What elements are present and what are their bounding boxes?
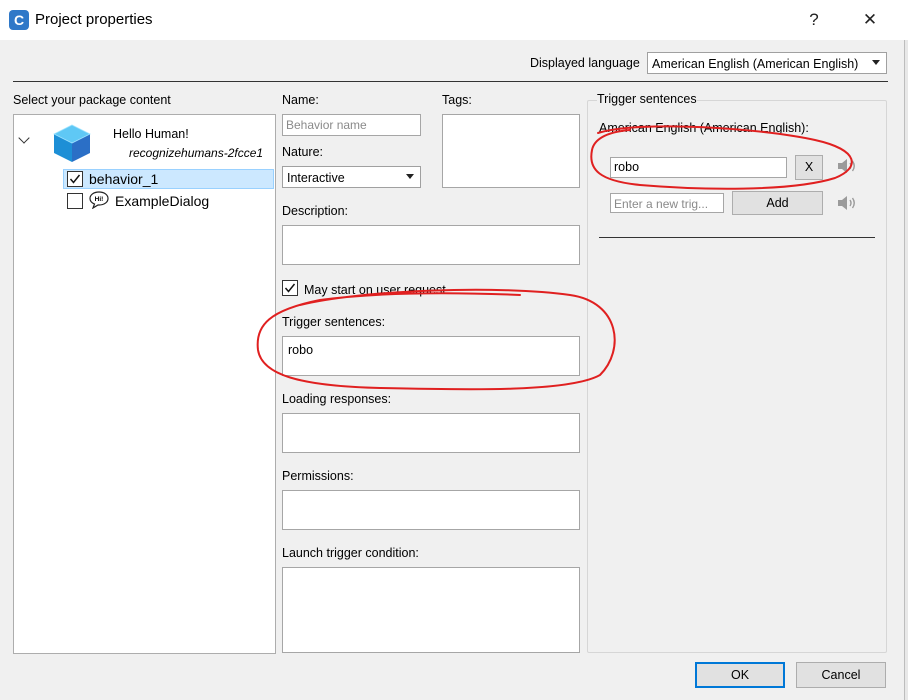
checkmark-icon <box>69 174 81 184</box>
cancel-button-label: Cancel <box>821 668 861 682</box>
description-label: Description: <box>282 204 348 218</box>
user-request-checkbox[interactable] <box>282 280 298 296</box>
close-button[interactable]: ✕ <box>856 8 884 32</box>
permissions-input[interactable] <box>282 490 580 530</box>
package-root-name: Hello Human! <box>113 127 189 141</box>
window-title: Project properties <box>35 11 153 28</box>
trigger-sentence-input[interactable]: robo <box>610 157 787 178</box>
nature-value: Interactive <box>287 171 345 185</box>
launch-trigger-label: Launch trigger condition: <box>282 546 419 560</box>
trigger-sentences-field[interactable]: robo <box>282 336 580 376</box>
nature-select[interactable]: Interactive <box>282 166 421 188</box>
new-trigger-input[interactable]: Enter a new trig... <box>610 193 724 213</box>
nature-label: Nature: <box>282 145 323 159</box>
displayed-language-value: American English (American English) <box>652 57 859 71</box>
divider <box>13 81 888 82</box>
name-label: Name: <box>282 93 319 107</box>
chevron-down-icon <box>872 60 880 65</box>
ok-button-label: OK <box>730 668 750 682</box>
displayed-language-label: Displayed language <box>530 56 640 70</box>
ok-button[interactable]: OK <box>695 662 785 688</box>
speaker-icon[interactable] <box>836 158 858 174</box>
app-icon: C <box>9 10 29 30</box>
user-request-label: May start on user request <box>304 283 446 297</box>
trigger-divider <box>599 237 875 238</box>
tags-input[interactable] <box>442 114 580 188</box>
description-input[interactable] <box>282 225 580 265</box>
remove-sentence-button[interactable]: X <box>795 155 823 180</box>
package-root-id: recognizehumans-2fcce1 <box>129 146 264 160</box>
behavior-name-input[interactable]: Behavior name <box>282 114 421 136</box>
help-button[interactable]: ? <box>800 8 828 32</box>
checkmark-icon <box>284 283 296 293</box>
displayed-language-select[interactable]: American English (American English) <box>647 52 887 74</box>
trigger-language-label: American English (American English): <box>599 121 809 135</box>
trigger-group-title: Trigger sentences <box>597 92 697 106</box>
cancel-button[interactable]: Cancel <box>796 662 886 688</box>
behavior-1-checkbox[interactable] <box>67 171 83 187</box>
package-content-label: Select your package content <box>13 93 171 107</box>
add-sentence-button[interactable]: Add <box>732 191 823 215</box>
launch-trigger-input[interactable] <box>282 567 580 653</box>
loading-responses-input[interactable] <box>282 413 580 453</box>
tags-label: Tags: <box>442 93 472 107</box>
loading-responses-label: Loading responses: <box>282 392 392 406</box>
dialog-icon: Hi! <box>89 191 109 209</box>
tree-item-example-dialog[interactable]: ExampleDialog <box>115 193 209 209</box>
permissions-label: Permissions: <box>282 469 354 483</box>
trigger-sentences-label: Trigger sentences: <box>282 315 386 329</box>
tree-item-behavior-1[interactable]: behavior_1 <box>89 171 158 187</box>
dialog-icon-text: Hi! <box>95 196 104 203</box>
trigger-sentences-group <box>587 100 887 653</box>
example-dialog-checkbox[interactable] <box>67 193 83 209</box>
cube-icon <box>53 124 91 162</box>
chevron-down-icon <box>406 174 414 179</box>
window-edge <box>904 40 908 700</box>
speaker-icon[interactable] <box>836 195 858 211</box>
